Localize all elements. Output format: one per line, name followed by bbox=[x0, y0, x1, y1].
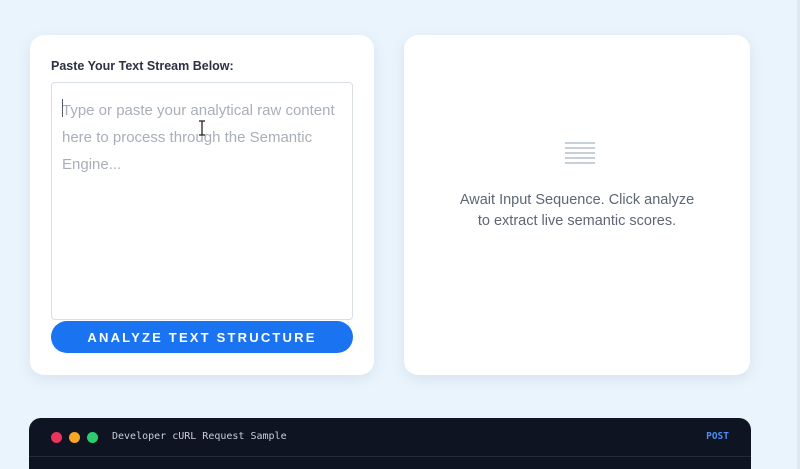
document-lines-icon bbox=[565, 142, 595, 164]
text-cursor-icon bbox=[199, 120, 205, 136]
http-method-badge: POST bbox=[706, 431, 729, 442]
developer-panel-title: Developer cURL Request Sample bbox=[112, 431, 287, 442]
developer-curl-panel: Developer cURL Request Sample POST bbox=[29, 418, 751, 469]
text-stream-label: Paste Your Text Stream Below: bbox=[51, 59, 234, 73]
analysis-output-card: Await Input Sequence. Click analyze to e… bbox=[404, 35, 750, 375]
panel-divider bbox=[29, 456, 751, 457]
text-input-card: Paste Your Text Stream Below: ANALYZE TE… bbox=[30, 35, 374, 375]
window-close-dot bbox=[51, 432, 62, 443]
text-caret bbox=[62, 99, 63, 117]
text-stream-textarea[interactable] bbox=[52, 83, 352, 319]
window-maximize-dot bbox=[87, 432, 98, 443]
window-minimize-dot bbox=[69, 432, 80, 443]
analyze-text-button[interactable]: ANALYZE TEXT STRUCTURE bbox=[51, 321, 353, 353]
text-stream-field-wrapper[interactable] bbox=[51, 82, 353, 320]
await-input-message: Await Input Sequence. Click analyze to e… bbox=[459, 192, 695, 229]
page: Paste Your Text Stream Below: ANALYZE TE… bbox=[0, 0, 800, 469]
